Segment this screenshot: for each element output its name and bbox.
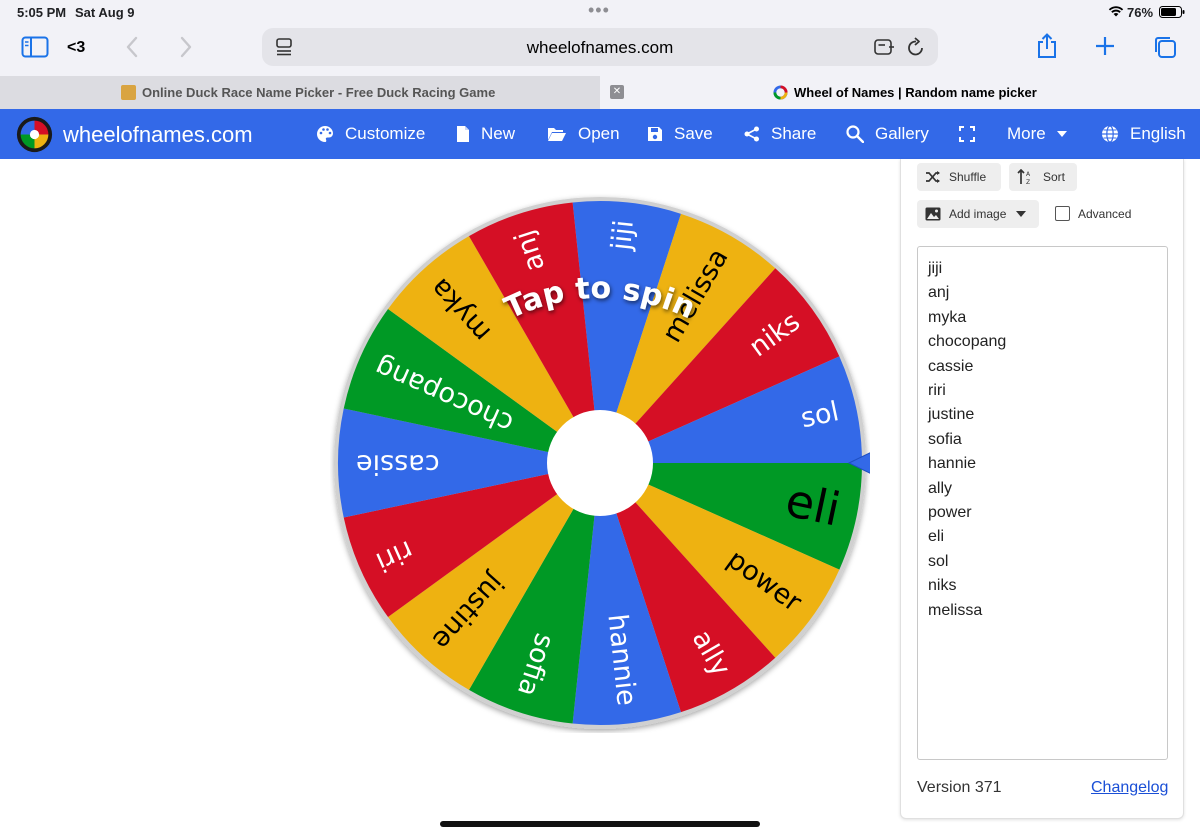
entry-line: riri [928, 382, 946, 400]
sort-icon: AZ [1017, 169, 1031, 185]
wheel-segment-label: jiji [606, 219, 640, 253]
reload-icon[interactable] [907, 37, 925, 57]
entry-line: jiji [928, 260, 943, 277]
svg-text:A: A [1026, 171, 1031, 178]
entry-line: chocopang [928, 333, 1007, 351]
spin-wheel[interactable]: jijimelissa nikssolelipowerallyhanniesofi… [330, 193, 888, 733]
palette-icon [317, 126, 333, 142]
share-button[interactable]: Share [744, 109, 816, 159]
url-text: wheelofnames.com [526, 38, 674, 57]
sort-button[interactable]: AZ Sort [1009, 163, 1077, 191]
status-date: Sat Aug 9 [75, 5, 135, 20]
entry-line: justine [928, 406, 975, 424]
sidebar-icon[interactable] [21, 36, 49, 58]
entry-line: anj [928, 284, 950, 302]
image-icon [925, 207, 941, 221]
new-button[interactable]: New [456, 109, 515, 159]
tab-overview-icon[interactable] [1153, 35, 1177, 59]
status-bar: 5:05 PM Sat Aug 9 ••• 76% [0, 0, 1200, 24]
save-icon [648, 127, 662, 141]
wheel-segment-label: cassie [356, 449, 440, 480]
entry-line: myka [928, 308, 967, 326]
entry-line: hannie [928, 455, 977, 473]
advanced-toggle[interactable]: Advanced [1055, 206, 1131, 221]
fullscreen-button[interactable] [959, 109, 986, 159]
changelog-link[interactable]: Changelog [1091, 779, 1168, 797]
back-chevron-icon[interactable] [125, 36, 139, 58]
wheel-favicon-icon [773, 85, 788, 105]
share-icon[interactable] [1037, 33, 1057, 59]
caret-down-icon [1056, 131, 1067, 137]
entry-line: sofia [928, 430, 962, 448]
gallery-label: Gallery [875, 124, 929, 143]
open-button[interactable]: Open [547, 109, 620, 159]
file-icon [457, 126, 469, 142]
globe-icon [1102, 125, 1118, 143]
new-tab-icon[interactable] [1095, 36, 1115, 56]
status-time: 5:05 PM [17, 5, 67, 20]
tab-wheel-of-names[interactable]: Wheel of Names | Random name picker [600, 76, 1200, 109]
app-navbar: wheelofnames.com Customize New Open Save… [0, 109, 1200, 159]
folder-open-icon [548, 128, 566, 141]
entry-line: niks [928, 577, 957, 595]
svg-text:Z: Z [1026, 179, 1030, 185]
add-image-dropdown[interactable]: Add image [917, 200, 1039, 228]
browser-toolbar: <3 wheelofnames.com [0, 24, 1200, 76]
language-dropdown[interactable]: English [1101, 109, 1186, 159]
battery-percent: 76% [1127, 5, 1154, 20]
new-label: New [481, 124, 516, 143]
sort-label: Sort [1043, 170, 1066, 184]
address-bar[interactable]: wheelofnames.com [262, 28, 938, 66]
advanced-checkbox[interactable] [1055, 206, 1070, 221]
shuffle-button[interactable]: Shuffle [917, 163, 1001, 191]
search-icon [846, 125, 864, 143]
brand-name[interactable]: wheelofnames.com [63, 122, 253, 148]
tab-group-label[interactable]: <3 [67, 39, 85, 57]
fullscreen-icon [959, 126, 975, 142]
customize-label: Customize [345, 124, 426, 143]
tab-duck-race[interactable]: Online Duck Race Name Picker - Free Duck… [0, 76, 600, 109]
caret-down-icon [1016, 211, 1027, 217]
advanced-label: Advanced [1078, 206, 1132, 221]
entry-line: sol [928, 552, 949, 570]
multitasking-dots-icon[interactable]: ••• [588, 0, 610, 21]
entries-textarea[interactable]: jiji anj myka chocopang cassie riri just… [917, 246, 1168, 760]
wheel-segment-label: eli [781, 473, 845, 537]
version-text: Version 371 [917, 779, 1002, 796]
home-indicator[interactable] [440, 821, 760, 827]
tab-title: Online Duck Race Name Picker - Free Duck… [142, 85, 496, 100]
tab-title: Wheel of Names | Random name picker [794, 85, 1037, 100]
battery-icon [1159, 6, 1185, 21]
more-label: More [1007, 124, 1046, 143]
wheel-container[interactable]: jiji melissa niks sol eli power ally hannie sofi… [330, 193, 888, 733]
entry-line: cassie [928, 357, 974, 375]
more-dropdown[interactable]: More [1007, 109, 1079, 159]
customize-button[interactable]: Customize [316, 109, 425, 159]
add-image-label: Add image [949, 207, 1007, 221]
save-label: Save [674, 124, 713, 143]
duck-race-favicon-icon [121, 85, 136, 100]
tab-bar: Online Duck Race Name Picker - Free Duck… [0, 76, 1200, 109]
gallery-button[interactable]: Gallery [846, 109, 929, 159]
forward-chevron-icon[interactable] [179, 36, 193, 58]
close-tab-icon[interactable]: ✕ [610, 85, 624, 99]
wheel-logo-icon[interactable] [16, 116, 53, 153]
share-label: Share [771, 124, 817, 143]
entries-panel: Shuffle AZ Sort Add image Advanced jiji … [900, 159, 1184, 819]
wheel-center-hub[interactable] [547, 410, 653, 516]
open-label: Open [578, 124, 620, 143]
entry-line: power [928, 504, 972, 522]
entry-line: eli [928, 528, 945, 546]
language-label: English [1130, 124, 1186, 143]
save-button[interactable]: Save [647, 109, 713, 159]
extension-icon[interactable] [874, 38, 896, 56]
shuffle-label: Shuffle [949, 170, 987, 184]
share-nodes-icon [744, 126, 759, 142]
entry-line: melissa [928, 601, 983, 619]
entry-line: ally [928, 479, 953, 497]
wifi-icon [1108, 5, 1124, 20]
shuffle-icon [926, 171, 940, 183]
